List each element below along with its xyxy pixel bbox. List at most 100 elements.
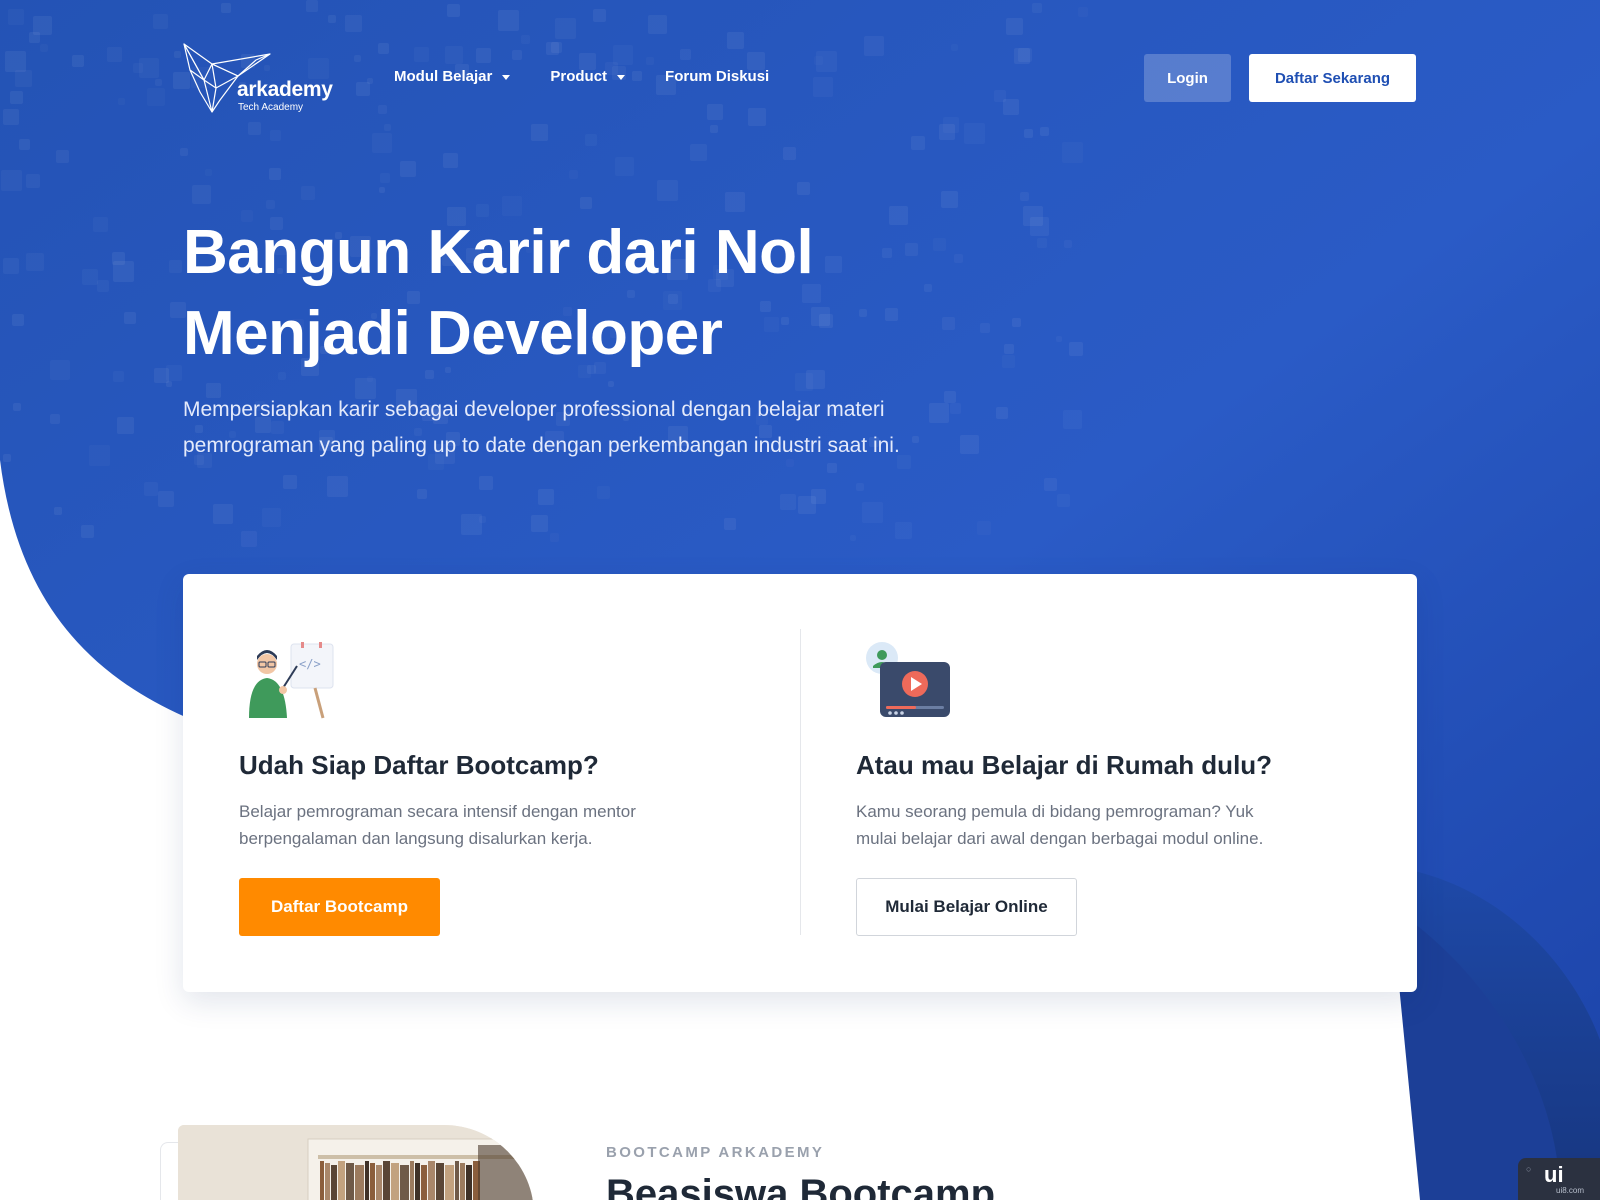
pixel-square — [112, 252, 125, 265]
book-spine — [455, 1161, 459, 1200]
pixel-square — [725, 192, 745, 212]
pixel-square — [597, 486, 610, 499]
pixel-square — [144, 482, 158, 496]
pixel-square — [169, 260, 182, 273]
pixel-square — [555, 18, 576, 39]
pixel-square — [118, 98, 125, 105]
login-button[interactable]: Login — [1144, 54, 1231, 102]
pixel-square — [1003, 99, 1019, 115]
pixel-square — [124, 312, 136, 324]
pixel-square — [1057, 494, 1070, 507]
pixel-square — [1063, 410, 1082, 429]
pixel-square — [814, 56, 823, 65]
register-button[interactable]: Daftar Sekarang — [1249, 54, 1416, 102]
online-desc-line-2: mulai belajar dari awal dengan berbagai … — [856, 829, 1264, 848]
pixel-square — [551, 42, 562, 53]
pixel-square — [1014, 48, 1030, 64]
book-spine — [346, 1163, 354, 1200]
book-spine — [445, 1165, 454, 1200]
pixel-square — [1032, 3, 1042, 13]
svg-text:</>: </> — [299, 657, 321, 671]
book-spine — [355, 1165, 364, 1200]
pixel-square — [248, 122, 261, 135]
book-spine — [383, 1161, 390, 1200]
watermark-sub: ui8.com — [1556, 1186, 1585, 1195]
pixel-square — [479, 476, 493, 490]
pixel-square — [192, 185, 211, 204]
pixel-square — [270, 130, 281, 141]
card-divider — [800, 629, 801, 935]
pixel-square — [798, 496, 816, 514]
mulai-belajar-online-button[interactable]: Mulai Belajar Online — [856, 878, 1077, 936]
pixel-square — [301, 186, 315, 200]
pixel-square — [911, 136, 925, 150]
pixel-square — [813, 77, 833, 97]
nav-label: Product — [550, 68, 608, 85]
bootcamp-title: Udah Siap Daftar Bootcamp? — [239, 750, 599, 780]
pixel-square — [569, 170, 578, 179]
pixel-square — [727, 32, 744, 49]
pixel-square — [943, 117, 959, 133]
book-spine — [436, 1163, 444, 1200]
pixel-square — [26, 253, 44, 271]
main-nav: Modul Belajar Product Forum Diskusi — [394, 68, 769, 85]
pixel-square — [585, 134, 597, 146]
pixel-square — [613, 45, 633, 65]
nav-item-product[interactable]: Product — [550, 68, 626, 85]
pixel-square — [13, 403, 21, 411]
pixel-square — [50, 414, 60, 424]
pixel-square — [724, 518, 736, 530]
pixel-square — [372, 133, 392, 153]
section-eyebrow: BOOTCAMP ARKADEMY — [606, 1144, 825, 1161]
nav-item-forum-diskusi[interactable]: Forum Diskusi — [665, 68, 769, 85]
pixel-square — [50, 360, 70, 380]
pixel-square — [1044, 478, 1057, 491]
pixel-square — [531, 515, 548, 532]
bootcamp-desc-line-1: Belajar pemrograman secara intensif deng… — [239, 802, 636, 821]
pixel-square — [447, 4, 460, 17]
pixel-square — [864, 36, 884, 56]
book-spine — [466, 1165, 472, 1200]
pixel-square — [445, 46, 463, 64]
nav-item-modul-belajar[interactable]: Modul Belajar — [394, 68, 511, 85]
bookshelf-image — [178, 1125, 534, 1200]
section-title: Beasiswa Bootcamp — [606, 1172, 996, 1200]
pixel-square — [707, 104, 723, 120]
pixel-square — [241, 531, 257, 547]
bootcamp-desc-line-2: berpengalaman dan langsung disalurkan ke… — [239, 829, 593, 848]
book-spine — [460, 1163, 465, 1200]
caret-down-icon — [617, 75, 626, 80]
pixel-square — [89, 445, 110, 466]
pixel-square — [414, 47, 429, 62]
pixel-square — [327, 476, 348, 497]
pixel-square — [328, 15, 336, 23]
online-title: Atau mau Belajar di Rumah dulu? — [856, 750, 1273, 780]
pixel-square — [378, 43, 389, 54]
pixel-square — [93, 217, 108, 232]
pixel-square — [5, 51, 26, 72]
pixel-square — [113, 371, 124, 382]
bootcamp-column: </> Udah Siap Daftar Bootcamp? Belajar p… — [239, 574, 799, 992]
book-spine — [415, 1163, 420, 1200]
pixel-square — [40, 44, 48, 52]
pixel-square — [710, 125, 718, 133]
pixel-square — [15, 70, 32, 87]
book-spine — [376, 1165, 382, 1200]
online-column: Atau mau Belajar di Rumah dulu? Kamu seo… — [856, 574, 1416, 992]
pixel-square — [367, 78, 373, 84]
pixel-square — [895, 522, 912, 539]
pixel-square — [158, 491, 174, 507]
pixel-square — [19, 139, 30, 150]
book-spine — [370, 1163, 375, 1200]
pixel-square — [213, 504, 233, 524]
pixel-square — [461, 514, 482, 535]
pixel-square — [266, 200, 275, 209]
daftar-bootcamp-button[interactable]: Daftar Bootcamp — [239, 878, 440, 936]
brand-logo[interactable]: arkademy Tech Academy — [182, 40, 342, 116]
pixel-square — [54, 507, 62, 515]
pixel-square — [608, 381, 614, 387]
pixel-square — [269, 168, 281, 180]
pixel-square — [538, 489, 554, 505]
video-course-illustration-icon — [866, 642, 950, 717]
pixel-square — [648, 15, 667, 34]
